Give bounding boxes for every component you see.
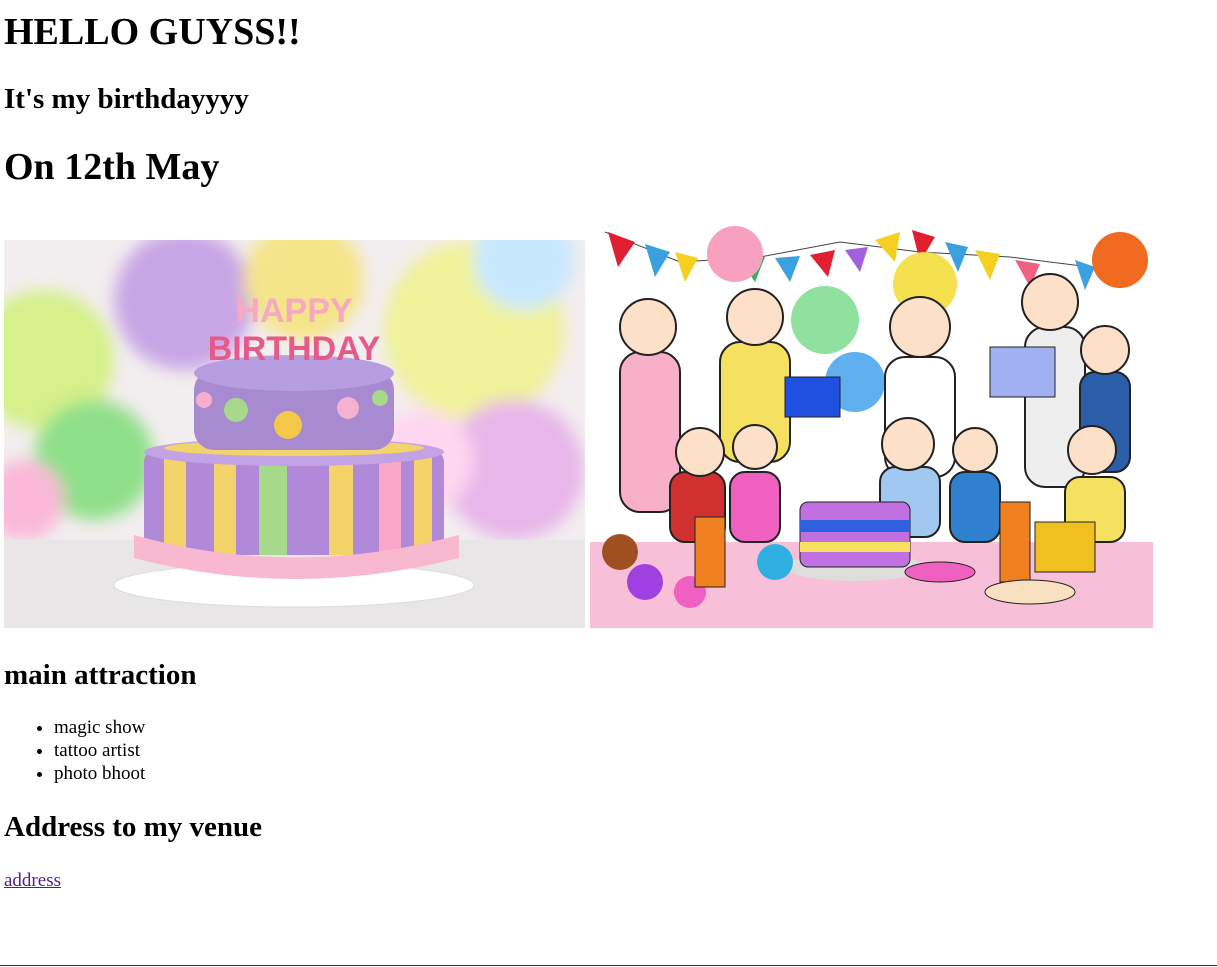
bottom-divider [0, 965, 1217, 966]
date-heading: On 12th May [4, 146, 220, 188]
greeting-heading: HELLO GUYSS!! [4, 11, 301, 53]
list-item: tattoo artist [54, 739, 145, 762]
attraction-list: magic show tattoo artist photo bhoot [4, 716, 145, 785]
list-item: magic show [54, 716, 145, 739]
cake-text-birthday: BIRTHDAY [208, 330, 381, 368]
venue-heading: Address to my venue [4, 811, 263, 843]
birthday-subtitle: It's my birthdayyyy [4, 83, 249, 115]
list-item: photo bhoot [54, 762, 145, 785]
cake-text-happy: HAPPY [235, 292, 352, 330]
address-link[interactable]: address [4, 869, 61, 892]
party-cartoon-image [590, 222, 1153, 628]
birthday-cake-image: HAPPY BIRTHDAY [4, 240, 585, 628]
image-row: HAPPY BIRTHDAY [4, 222, 1154, 628]
attraction-heading: main attraction [4, 659, 197, 691]
